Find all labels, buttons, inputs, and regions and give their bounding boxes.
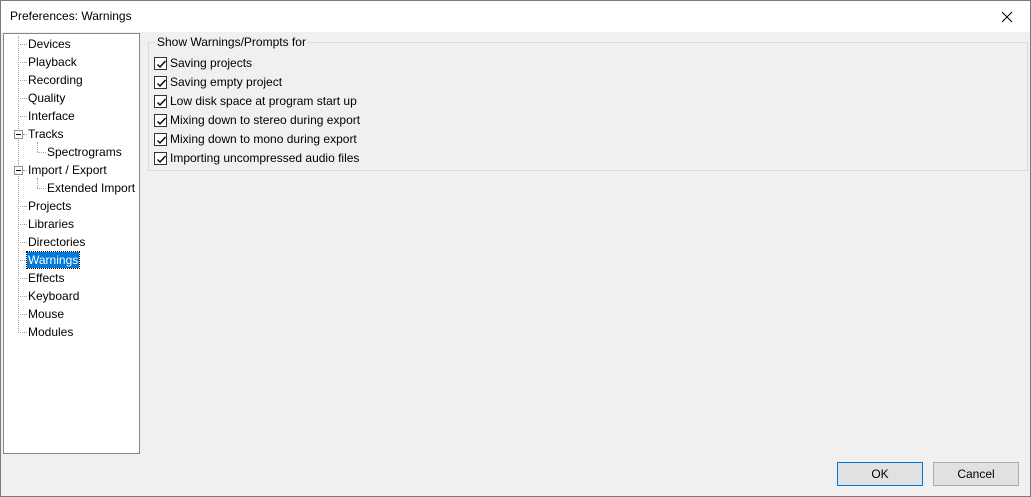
checkbox[interactable] xyxy=(154,94,167,108)
title-bar[interactable]: Preferences: Warnings xyxy=(1,1,1030,32)
tree-connector xyxy=(18,206,27,207)
checkmark-icon xyxy=(157,155,167,163)
tree-item-recording[interactable]: Recording xyxy=(27,72,84,88)
checkbox[interactable] xyxy=(154,151,167,165)
tree-item-projects[interactable]: Projects xyxy=(27,198,72,214)
preferences-dialog: Preferences: Warnings Devices Playback R… xyxy=(0,0,1031,497)
tree-item-keyboard[interactable]: Keyboard xyxy=(27,288,80,304)
cancel-button[interactable]: Cancel xyxy=(933,462,1019,486)
checkbox[interactable] xyxy=(154,132,167,146)
checkmark-icon xyxy=(157,79,167,87)
tree-connector xyxy=(37,188,46,189)
option-low-disk-space[interactable]: Low disk space at program start up xyxy=(154,93,357,109)
tree-connector xyxy=(18,260,27,261)
checkbox[interactable] xyxy=(154,75,167,89)
option-mixing-stereo[interactable]: Mixing down to stereo during export xyxy=(154,112,360,128)
tree-item-warnings[interactable]: Warnings xyxy=(25,251,81,269)
tree-item-directories[interactable]: Directories xyxy=(27,234,86,250)
tree-connector xyxy=(18,296,27,297)
checkbox[interactable] xyxy=(154,56,167,70)
checkbox-label: Low disk space at program start up xyxy=(170,94,357,108)
checkmark-icon xyxy=(157,117,167,125)
tree-item-libraries[interactable]: Libraries xyxy=(27,216,75,232)
checkmark-icon xyxy=(157,136,167,144)
tree-connector xyxy=(18,314,27,315)
tree-connector xyxy=(18,224,27,225)
collapse-icon[interactable] xyxy=(14,166,23,175)
checkmark-icon xyxy=(157,60,167,68)
option-saving-projects[interactable]: Saving projects xyxy=(154,55,252,71)
tree-item-tracks[interactable]: Tracks xyxy=(27,126,65,142)
checkbox-label: Importing uncompressed audio files xyxy=(170,151,360,165)
option-saving-empty-project[interactable]: Saving empty project xyxy=(154,74,282,90)
checkbox[interactable] xyxy=(154,113,167,127)
tree-connector xyxy=(18,278,27,279)
tree-connector xyxy=(18,116,27,117)
tree-connector xyxy=(37,142,38,152)
checkbox-label: Saving empty project xyxy=(170,75,283,89)
tree-connector xyxy=(37,152,46,153)
ok-button[interactable]: OK xyxy=(837,462,923,486)
tree-item-interface[interactable]: Interface xyxy=(27,108,76,124)
checkmark-icon xyxy=(157,98,167,106)
tree-item-quality[interactable]: Quality xyxy=(27,90,66,106)
option-importing-uncompressed[interactable]: Importing uncompressed audio files xyxy=(154,150,359,166)
tree-container: Devices Playback Recording Quality Inter… xyxy=(4,34,139,453)
checkbox-label: Mixing down to mono during export xyxy=(170,132,357,146)
tree-connector xyxy=(18,62,27,63)
checkbox-label: Saving projects xyxy=(170,56,253,70)
tree-item-playback[interactable]: Playback xyxy=(27,54,78,70)
tree-item-mouse[interactable]: Mouse xyxy=(27,306,65,322)
tree-item-modules[interactable]: Modules xyxy=(27,324,74,340)
close-button[interactable] xyxy=(984,1,1030,32)
option-mixing-mono[interactable]: Mixing down to mono during export xyxy=(154,131,357,147)
tree-connector xyxy=(37,178,38,188)
category-tree[interactable]: Devices Playback Recording Quality Inter… xyxy=(3,33,140,454)
tree-connector xyxy=(18,44,27,45)
collapse-icon[interactable] xyxy=(14,130,23,139)
tree-connector xyxy=(18,242,27,243)
checkbox-label: Mixing down to stereo during export xyxy=(170,113,361,127)
tree-item-import-export[interactable]: Import / Export xyxy=(27,162,108,178)
tree-item-extended-import[interactable]: Extended Import xyxy=(46,180,136,196)
tree-item-spectrograms[interactable]: Spectrograms xyxy=(46,144,123,160)
close-icon xyxy=(1001,11,1013,23)
tree-connector xyxy=(18,80,27,81)
tree-connector xyxy=(18,332,27,333)
tree-connector xyxy=(18,98,27,99)
group-label: Show Warnings/Prompts for xyxy=(155,35,308,49)
tree-item-devices[interactable]: Devices xyxy=(27,36,72,52)
window-title: Preferences: Warnings xyxy=(10,9,132,23)
tree-item-effects[interactable]: Effects xyxy=(27,270,65,286)
